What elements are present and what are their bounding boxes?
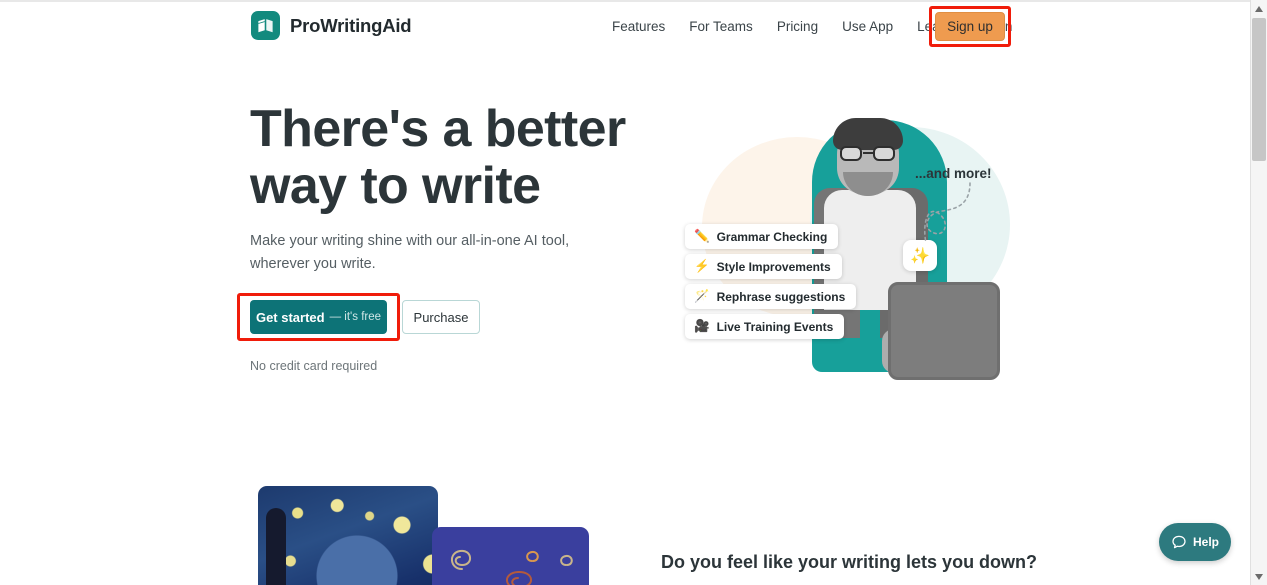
scroll-down-arrow-icon[interactable] [1251, 568, 1267, 585]
chip-label: Grammar Checking [716, 229, 828, 244]
movie-camera-icon: 🎥 [694, 319, 710, 334]
no-credit-card-note: No credit card required [250, 359, 378, 373]
lens-right [873, 146, 895, 161]
get-started-button[interactable]: Get started — it's free [250, 300, 387, 334]
magic-wand-icon: 🪄 [694, 289, 710, 304]
chip-label: Style Improvements [716, 259, 831, 274]
help-label: Help [1192, 535, 1219, 549]
logo-text: ProWritingAid [290, 14, 412, 36]
feature-chip-list: ✏️ Grammar Checking ⚡ Style Improvements… [685, 224, 857, 344]
nav-item-pricing[interactable]: Pricing [765, 19, 830, 34]
logo[interactable]: ProWritingAid [251, 11, 412, 40]
nav-item-features[interactable]: Features [600, 19, 677, 34]
blue-doodle-image [432, 527, 589, 585]
purchase-button[interactable]: Purchase [402, 300, 480, 334]
section-question: Do you feel like your writing lets you d… [661, 552, 1038, 572]
chip-label: Rephrase suggestions [716, 289, 846, 304]
get-started-sublabel: — it's free [329, 311, 382, 323]
spiral-doodles [451, 549, 573, 585]
cypress-tree [266, 508, 286, 585]
help-button[interactable]: Help [1159, 523, 1231, 561]
pencil-icon: ✏️ [694, 229, 710, 244]
signup-button[interactable]: Sign up [935, 12, 1005, 41]
starry-night-image [258, 486, 438, 585]
lightning-icon: ⚡ [694, 259, 710, 274]
glasses-icon [839, 146, 897, 161]
browser-page: ProWritingAid Features For Teams Pricing… [0, 0, 1267, 585]
dotted-arrow-icon [923, 182, 971, 244]
bridge [863, 152, 873, 154]
chat-bubble-icon [1172, 535, 1186, 549]
page-title: There's a better way to write [250, 100, 626, 215]
open-book-icon [251, 11, 280, 40]
lens-left [840, 146, 862, 161]
laptop [888, 282, 1000, 380]
chip-style-improvements[interactable]: ⚡ Style Improvements [685, 254, 842, 279]
scroll-up-arrow-icon[interactable] [1251, 0, 1267, 17]
site-header: ProWritingAid Features For Teams Pricing… [0, 2, 1250, 50]
chip-grammar-checking[interactable]: ✏️ Grammar Checking [685, 224, 839, 249]
nav-item-for-teams[interactable]: For Teams [677, 19, 765, 34]
vertical-scrollbar[interactable] [1250, 0, 1267, 585]
hero-subtitle: Make your writing shine with our all-in-… [250, 233, 570, 272]
get-started-label: Get started [255, 309, 325, 325]
chip-live-training-events[interactable]: 🎥 Live Training Events [685, 314, 845, 339]
chip-label: Live Training Events [716, 319, 834, 334]
scrollbar-thumb[interactable] [1252, 18, 1266, 161]
page-viewport: ProWritingAid Features For Teams Pricing… [0, 2, 1250, 585]
hero-illustration: ✨ ...and more! ✏️ Grammar Checking ⚡ Sty… [660, 97, 1020, 387]
chip-rephrase-suggestions[interactable]: 🪄 Rephrase suggestions [685, 284, 857, 309]
nav-item-use-app[interactable]: Use App [830, 19, 905, 34]
